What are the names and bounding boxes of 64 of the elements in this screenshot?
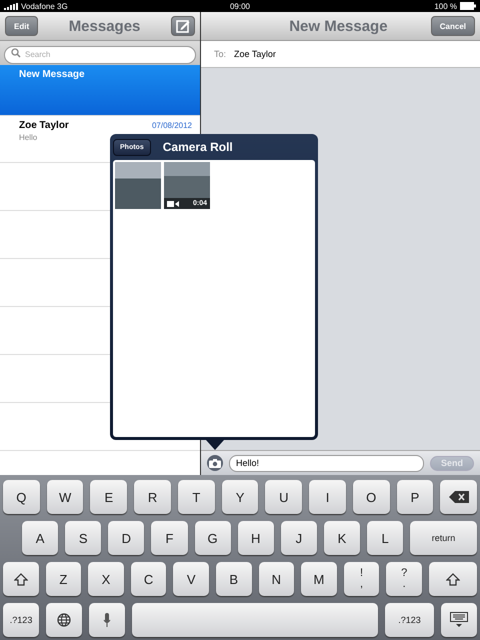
globe-key[interactable] (46, 603, 82, 637)
letter-key[interactable]: G (194, 521, 231, 555)
letter-key[interactable]: E (90, 480, 128, 514)
camera-icon (209, 458, 221, 468)
letter-key[interactable]: I (309, 480, 346, 514)
status-time: 09:00 (230, 2, 250, 10)
battery-percent: 100 % (434, 2, 457, 10)
letter-key[interactable]: S (65, 521, 102, 555)
compose-title: New Message (289, 18, 388, 34)
cancel-button[interactable]: Cancel (430, 16, 475, 36)
letter-key[interactable]: H (238, 521, 274, 555)
backspace-key[interactable] (440, 480, 478, 514)
letter-key[interactable]: M (301, 562, 337, 596)
letter-key[interactable]: Z (46, 562, 82, 596)
letter-key[interactable]: F (151, 521, 188, 555)
search-field[interactable]: Search (4, 46, 196, 64)
compose-icon (176, 19, 190, 33)
letter-key[interactable]: W (46, 480, 84, 514)
letter-key[interactable]: U (265, 480, 302, 514)
battery-icon (460, 2, 476, 10)
return-key[interactable]: return (410, 521, 477, 555)
camera-button[interactable] (207, 455, 223, 471)
video-camera-icon (167, 200, 179, 206)
recipient-name: Zoe Taylor (234, 49, 276, 59)
conversation-item[interactable]: New Message (0, 65, 200, 116)
edit-button[interactable]: Edit (5, 16, 38, 36)
sidebar-title: Messages (68, 18, 140, 34)
letter-key[interactable]: R (134, 480, 171, 514)
signal-icon (4, 2, 18, 10)
letter-key[interactable]: Q (3, 480, 40, 514)
letter-key[interactable]: J (280, 521, 317, 555)
letter-key[interactable]: Y (222, 480, 258, 514)
hide-keyboard-key[interactable] (440, 603, 477, 637)
to-label: To: (214, 49, 226, 59)
microphone-icon (103, 613, 112, 627)
letter-key[interactable]: K (324, 521, 360, 555)
letter-key[interactable]: T (178, 480, 215, 514)
letter-key[interactable]: C (130, 562, 166, 596)
numbers-key[interactable]: .?123 (3, 603, 40, 637)
letter-key[interactable]: D (108, 521, 144, 555)
letter-key[interactable]: ! , (344, 562, 380, 596)
letter-key[interactable]: N (258, 562, 294, 596)
microphone-key[interactable] (89, 603, 126, 637)
numbers-key[interactable]: .?123 (385, 603, 434, 637)
shift-key[interactable] (428, 562, 477, 596)
photo-placeholder[interactable] (115, 162, 161, 209)
globe-icon (57, 613, 72, 627)
carrier-name: Vodafone 3G (21, 2, 68, 10)
shift-key[interactable] (3, 562, 39, 596)
letter-key[interactable]: A (22, 521, 58, 555)
shift-arrow-icon (446, 572, 460, 586)
compose-button[interactable] (170, 16, 195, 36)
popover-pointer (206, 440, 224, 450)
letter-key[interactable]: X (88, 562, 124, 596)
backspace-icon (448, 491, 469, 503)
shift-arrow-icon (14, 572, 28, 586)
letter-key[interactable]: V (173, 562, 209, 596)
letter-key[interactable]: P (396, 480, 434, 514)
letter-key[interactable]: B (216, 562, 252, 596)
message-field[interactable]: Hello! (229, 454, 424, 472)
letter-key[interactable]: L (367, 521, 404, 555)
letter-key[interactable]: ? . (386, 562, 422, 596)
letter-key[interactable]: O (352, 480, 390, 514)
keyboard-hide-icon (450, 612, 468, 628)
